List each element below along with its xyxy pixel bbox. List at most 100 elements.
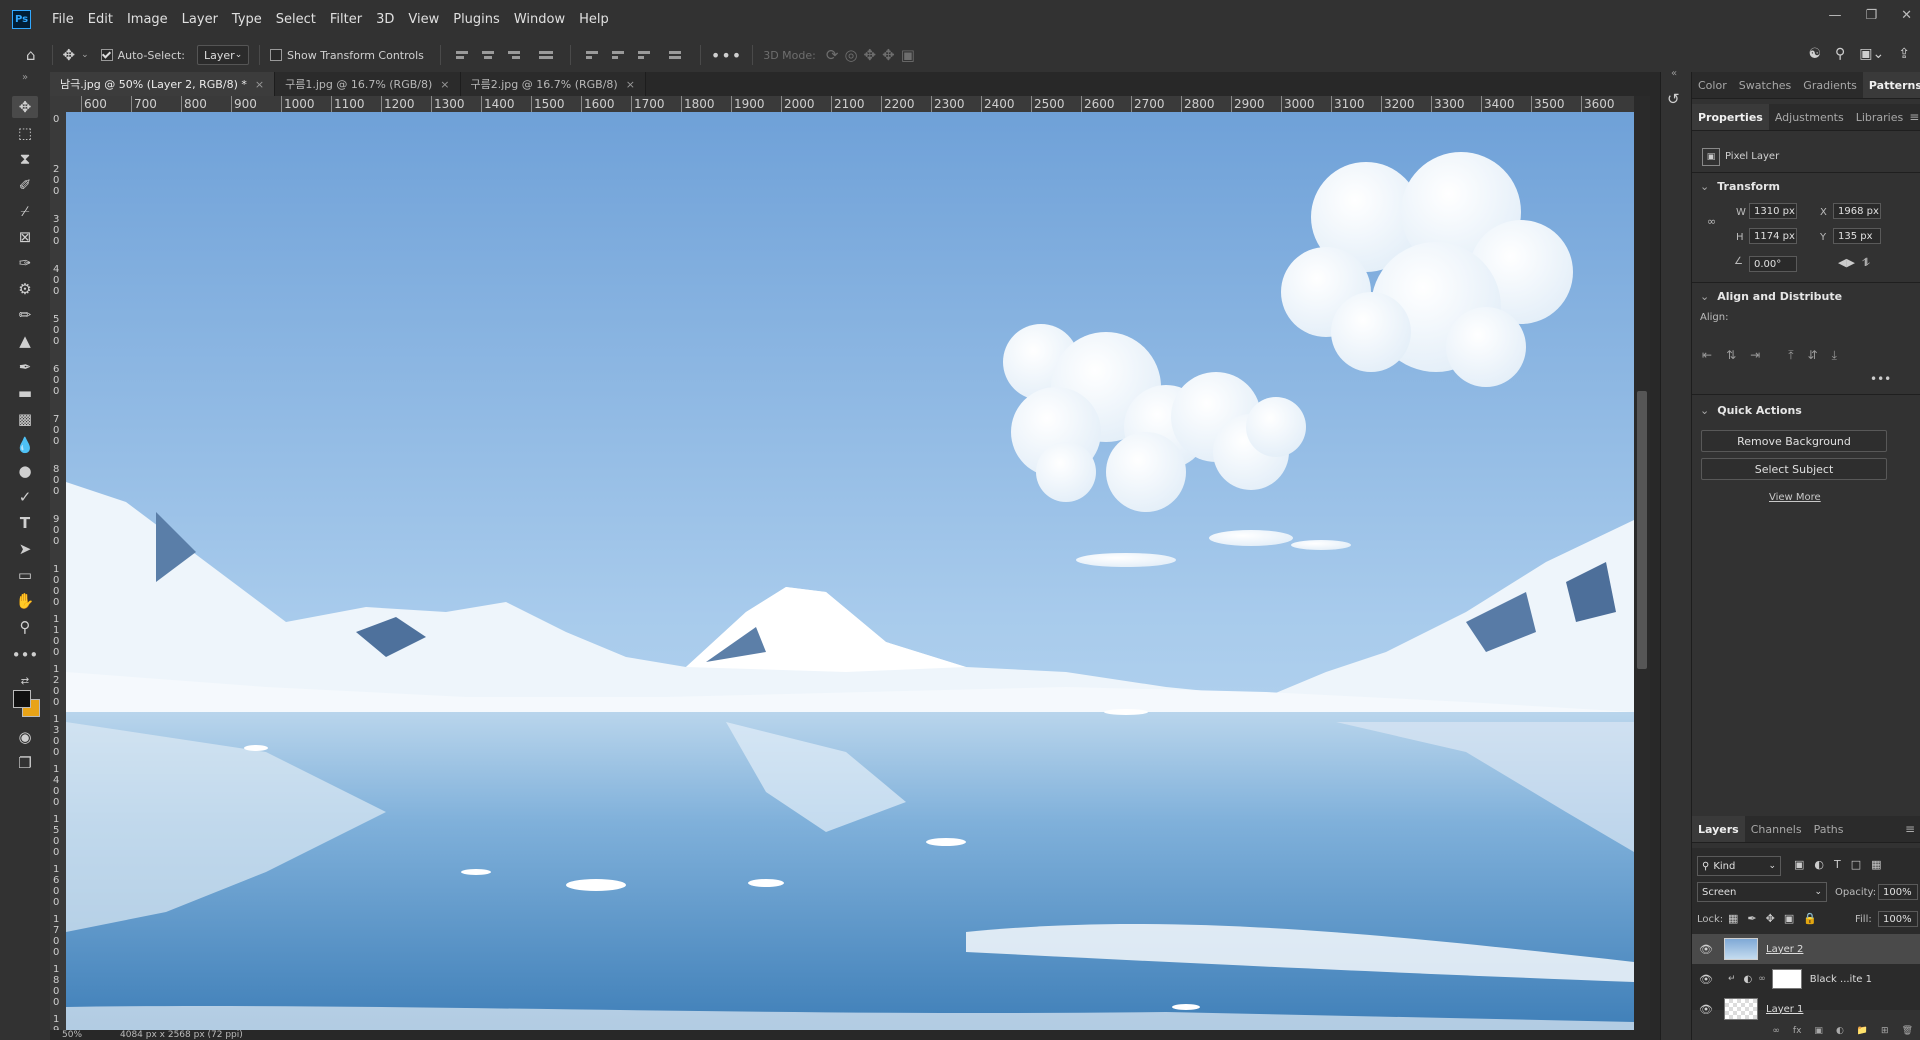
menu-window[interactable]: Window — [507, 12, 572, 27]
frame-icon[interactable]: ⊠ — [12, 226, 38, 248]
gradient-icon[interactable]: ▩ — [12, 408, 38, 430]
new-layer-icon[interactable]: ⊞ — [1881, 1026, 1889, 1040]
lock-image-icon[interactable]: ✒ — [1747, 912, 1756, 925]
menu-plugins[interactable]: Plugins — [446, 12, 507, 27]
document-canvas[interactable] — [66, 112, 1634, 1030]
tab-paths[interactable]: Paths — [1808, 816, 1850, 842]
clone-stamp-icon[interactable]: ▲ — [12, 330, 38, 352]
home-icon[interactable]: ⌂ — [26, 46, 36, 64]
tab-color[interactable]: Color — [1692, 72, 1733, 98]
filter-shape-icon[interactable]: □ — [1851, 858, 1861, 871]
layer-row-layer1[interactable]: 👁 Layer 1 — [1692, 994, 1920, 1024]
tab-patterns[interactable]: Patterns — [1862, 72, 1920, 98]
zoom-icon[interactable]: ⚲ — [12, 616, 38, 638]
swap-colors-icon[interactable]: ⇄ — [12, 670, 38, 692]
layer-mask-thumbnail[interactable] — [1771, 969, 1802, 989]
lock-position-icon[interactable]: ✥ — [1766, 912, 1775, 925]
document-size[interactable]: 4084 px x 2568 px (72 ppi) — [120, 1030, 243, 1040]
mask-link-icon[interactable]: ∞ — [1758, 974, 1766, 984]
angle-field[interactable]: 0.00° — [1749, 256, 1797, 272]
horizontal-ruler[interactable]: 600 700 800 900 1000 1100 1200 1300 1400 1500 1600… — [66, 96, 1634, 113]
layer-row-layer2[interactable]: 👁 Layer 2 — [1692, 934, 1920, 964]
tab-gradients[interactable]: Gradients — [1797, 72, 1863, 98]
auto-select-checkbox[interactable] — [100, 49, 113, 61]
layer-row-black-white[interactable]: 👁 ↵ ◐ ∞ Black ...ite 1 — [1692, 964, 1920, 994]
menu-file[interactable]: File — [45, 12, 81, 27]
align-section-title[interactable]: Align and Distribute — [1700, 290, 1842, 303]
filter-pixel-icon[interactable]: ▣ — [1794, 858, 1804, 871]
close-tab-icon[interactable]: × — [255, 78, 264, 91]
minimize-icon[interactable]: — — [1828, 8, 1841, 23]
tab-properties[interactable]: Properties — [1692, 104, 1769, 130]
align-left-edges-icon[interactable] — [455, 47, 472, 63]
link-icon[interactable]: ∞ — [1707, 215, 1716, 228]
layer-name[interactable]: Layer 1 — [1766, 1004, 1803, 1015]
blur-icon[interactable]: 💧 — [12, 434, 38, 456]
distribute-horizontal-icon[interactable] — [668, 47, 685, 63]
align-top-edges-icon[interactable] — [585, 47, 602, 63]
tool-preset-chevron-down-icon[interactable]: ⌄ — [81, 50, 89, 60]
y-position-field[interactable]: 135 px — [1833, 228, 1881, 244]
vertical-scrollbar[interactable] — [1634, 96, 1650, 1030]
hand-icon[interactable]: ✋ — [12, 590, 38, 612]
spot-healing-icon[interactable]: ⚙ — [12, 278, 38, 300]
tab-antarctica[interactable]: 남극.jpg @ 50% (Layer 2, RGB/8) * × — [50, 72, 276, 96]
new-group-icon[interactable]: 📁 — [1857, 1026, 1868, 1040]
height-field[interactable]: 1174 px — [1749, 228, 1797, 244]
flip-vertical-icon[interactable]: ⥮ — [1862, 256, 1870, 270]
width-field[interactable]: 1310 px — [1749, 203, 1797, 219]
align-right-icon[interactable]: ⇥ — [1750, 348, 1760, 363]
menu-type[interactable]: Type — [225, 12, 269, 27]
history-icon[interactable]: ↺ — [1667, 90, 1680, 108]
align-left-icon[interactable]: ⇤ — [1702, 348, 1712, 363]
eraser-icon[interactable]: ▬ — [12, 382, 38, 404]
rectangular-marquee-icon[interactable]: ⬚ — [12, 122, 38, 144]
more-align-options-icon[interactable]: ••• — [1870, 372, 1891, 386]
visibility-eye-icon[interactable]: 👁 — [1698, 943, 1714, 956]
collapse-toolbar-icon[interactable]: » — [12, 66, 38, 88]
fx-icon[interactable]: fx — [1793, 1026, 1802, 1040]
select-subject-button[interactable]: Select Subject — [1701, 458, 1887, 480]
visibility-eye-icon[interactable]: 👁 — [1698, 1003, 1714, 1016]
align-center-icon[interactable]: ⇅ — [1726, 348, 1736, 363]
panel-menu-icon[interactable]: ≡ — [1909, 104, 1919, 130]
layer-filter-kind-dropdown[interactable]: ⚲ Kind ⌄ — [1697, 856, 1781, 876]
filter-adjustment-icon[interactable]: ◐ — [1814, 858, 1824, 871]
layer-name[interactable]: Black ...ite 1 — [1810, 974, 1872, 985]
menu-image[interactable]: Image — [120, 12, 175, 27]
menu-help[interactable]: Help — [572, 12, 616, 27]
type-tool-icon[interactable]: T — [12, 512, 38, 534]
path-selection-icon[interactable]: ➤ — [12, 538, 38, 560]
distribute-vertical-icon[interactable] — [538, 47, 555, 63]
tab-cloud1[interactable]: 구름1.jpg @ 16.7% (RGB/8) × — [275, 72, 461, 96]
rectangle-tool-icon[interactable]: ▭ — [12, 564, 38, 586]
tab-libraries[interactable]: Libraries — [1850, 104, 1910, 130]
lock-artboard-icon[interactable]: ▣ — [1784, 912, 1794, 925]
link-layers-icon[interactable]: ∞ — [1772, 1026, 1780, 1040]
align-bottom-icon[interactable]: ⤓ — [1832, 348, 1837, 363]
fill-field[interactable]: 100% — [1878, 911, 1918, 927]
menu-3d[interactable]: 3D — [369, 12, 401, 27]
edit-toolbar-icon[interactable]: ••• — [12, 644, 39, 666]
close-tab-icon[interactable]: × — [626, 78, 635, 91]
show-transform-checkbox[interactable] — [270, 49, 283, 61]
menu-select[interactable]: Select — [269, 12, 323, 27]
auto-select-target-dropdown[interactable]: Layer ⌄ — [197, 45, 250, 65]
remove-background-button[interactable]: Remove Background — [1701, 430, 1887, 452]
share-icon[interactable]: ⇪ — [1898, 46, 1910, 62]
vertical-ruler[interactable]: 0 200 300 400 500 600 700 800 900 1000 1100 1200 130… — [50, 112, 67, 1030]
opacity-field[interactable]: 100% — [1878, 884, 1918, 900]
menu-filter[interactable]: Filter — [323, 12, 369, 27]
tab-cloud2[interactable]: 구름2.jpg @ 16.7% (RGB/8) × — [460, 72, 646, 96]
screen-mode-icon[interactable]: ❐ — [12, 752, 38, 774]
blend-mode-dropdown[interactable]: Screen ⌄ — [1697, 882, 1827, 902]
close-icon[interactable]: ✕ — [1901, 8, 1912, 23]
lasso-icon[interactable]: ⧗ — [12, 148, 38, 170]
close-tab-icon[interactable]: × — [440, 78, 449, 91]
share-cloud-icon[interactable]: ☯ — [1808, 46, 1821, 62]
quick-actions-title[interactable]: Quick Actions — [1700, 404, 1802, 417]
visibility-eye-icon[interactable]: 👁 — [1698, 973, 1714, 986]
more-options-icon[interactable]: ••• — [711, 46, 742, 65]
move-tool-icon[interactable]: ✥ — [12, 96, 38, 118]
align-middle-icon[interactable]: ⇵ — [1808, 348, 1818, 363]
